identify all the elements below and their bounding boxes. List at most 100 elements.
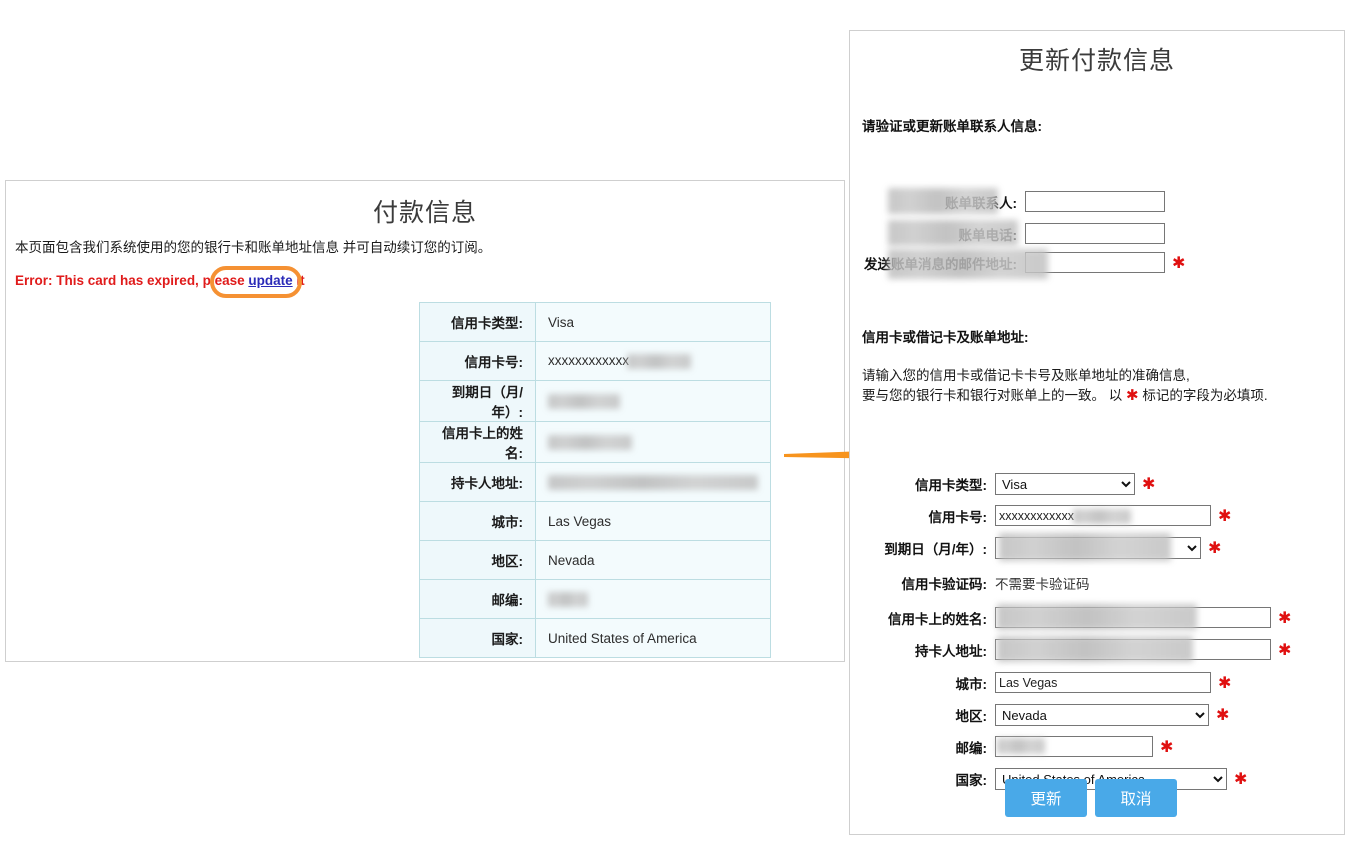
card-note-line2b: 标记的字段为必填项. [1139, 388, 1268, 403]
field-row-zip: 邮编: ✱ [862, 736, 1173, 757]
field-row-name-on-card: 信用卡上的姓名: ✱ [862, 607, 1291, 628]
table-cell-value [536, 381, 771, 422]
zip-redaction [997, 738, 1045, 754]
label-zip: 邮编: [862, 737, 987, 757]
payment-info-table-body: 信用卡类型: Visa 信用卡号:xxxxxxxxxxxx到期日（月/年）:信用卡上… [420, 303, 771, 658]
table-cell-value: Las Vegas [536, 502, 771, 541]
expiry-wrap [995, 537, 1201, 559]
label-address: 持卡人地址: [862, 640, 987, 660]
contact-field-redaction [888, 220, 1018, 246]
table-cell-label: 信用卡上的姓名: [420, 422, 536, 463]
table-row: 邮编: [420, 580, 771, 619]
table-cell-label: 城市: [420, 502, 536, 541]
table-cell-value: xxxxxxxxxxxx [536, 342, 771, 381]
table-cell-label: 国家: [420, 619, 536, 658]
redaction-block [627, 354, 691, 369]
name-on-card-redaction [997, 604, 1197, 630]
label-name-on-card: 信用卡上的姓名: [862, 608, 987, 628]
table-cell-text: Visa [548, 315, 574, 330]
required-star-region: ✱ [1216, 705, 1229, 725]
update-link[interactable]: update [248, 273, 292, 288]
table-row: 信用卡类型: Visa [420, 303, 771, 342]
table-row: 地区: Nevada [420, 541, 771, 580]
table-row: 信用卡上的姓名: [420, 422, 771, 463]
redaction-block [548, 592, 588, 607]
contact-field-row: 账单联系人: [862, 191, 1165, 212]
label-city: 城市: [862, 673, 987, 693]
table-cell-text: United States of America [548, 631, 697, 646]
table-cell-value: United States of America [536, 619, 771, 658]
table-cell-value [536, 463, 771, 502]
contact-field-input[interactable] [1025, 191, 1165, 212]
contact-field-wrap [1025, 223, 1165, 244]
card-section-note: 请输入您的信用卡或借记卡卡号及账单地址的准确信息, 要与您的银行卡和银行对账单上… [862, 366, 1268, 406]
cvv-value: 不需要卡验证码 [995, 573, 1090, 593]
screenshot-root: 付款信息 本页面包含我们系统使用的您的银行卡和账单地址信息 并可自动续订您的订阅… [0, 0, 1350, 850]
label-card-number: 信用卡号: [862, 506, 987, 526]
table-cell-label: 信用卡类型: [420, 303, 536, 342]
payment-info-table: 信用卡类型: Visa 信用卡号:xxxxxxxxxxxx到期日（月/年）:信用卡上… [419, 302, 771, 658]
zip-wrap [995, 736, 1153, 757]
field-row-card-type: 信用卡类型: VisaMasterCardAmerican ExpressDis… [862, 473, 1155, 495]
table-cell-text: Nevada [548, 553, 595, 568]
table-cell-value [536, 580, 771, 619]
card-number-wrap [995, 505, 1211, 526]
card-note-line2a: 要与您的银行卡和银行对账单上的一致。 以 [862, 388, 1126, 403]
field-row-cvv: 信用卡验证码: 不需要卡验证码 [862, 573, 1090, 593]
region-select[interactable]: NevadaCaliforniaArizonaUtah [995, 704, 1209, 726]
expiry-redaction [999, 533, 1171, 561]
label-cvv: 信用卡验证码: [862, 573, 987, 593]
left-page-title: 付款信息 [6, 193, 844, 229]
address-wrap [995, 639, 1271, 660]
contact-field-row: 账单电话: [862, 223, 1165, 244]
label-country: 国家: [862, 769, 987, 789]
table-row: 国家: United States of America [420, 619, 771, 658]
card-expired-error: Error: This card has expired, please upd… [15, 273, 305, 288]
required-star-zip: ✱ [1160, 737, 1173, 757]
field-row-city: 城市: ✱ [862, 672, 1231, 693]
field-row-expiry: 到期日（月/年）: ✱ [862, 537, 1221, 559]
contact-field-input[interactable] [1025, 223, 1165, 244]
cancel-button[interactable]: 取消 [1095, 779, 1177, 817]
contact-field-redaction [888, 249, 1048, 279]
field-row-region: 地区: NevadaCaliforniaArizonaUtah ✱ [862, 704, 1229, 726]
error-suffix: it [293, 273, 305, 288]
contact-field-redaction [888, 188, 998, 214]
label-expiry: 到期日（月/年）: [862, 538, 987, 558]
required-star-country: ✱ [1234, 769, 1247, 789]
card-number-redaction [1073, 509, 1131, 524]
update-button[interactable]: 更新 [1005, 779, 1087, 817]
field-row-card-number: 信用卡号: ✱ [862, 505, 1231, 526]
label-card-type: 信用卡类型: [862, 474, 987, 494]
dialog-title: 更新付款信息 [850, 41, 1344, 77]
redaction-block [548, 394, 620, 409]
name-on-card-wrap [995, 607, 1271, 628]
table-row: 城市: Las Vegas [420, 502, 771, 541]
required-star-expiry: ✱ [1208, 538, 1221, 558]
label-region: 地区: [862, 705, 987, 725]
table-row: 到期日（月/年）: [420, 381, 771, 422]
contact-field-wrap [1025, 252, 1165, 273]
table-cell-label: 到期日（月/年）: [420, 381, 536, 422]
table-row: 持卡人地址: [420, 463, 771, 502]
error-mid: ease [215, 273, 249, 288]
table-cell-text: Las Vegas [548, 514, 611, 529]
left-description: 本页面包含我们系统使用的您的银行卡和账单地址信息 并可自动续订您的订阅。 [15, 236, 491, 256]
required-star-name-on-card: ✱ [1278, 608, 1291, 628]
payment-info-panel: 付款信息 本页面包含我们系统使用的您的银行卡和账单地址信息 并可自动续订您的订阅… [5, 180, 845, 662]
card-type-select[interactable]: VisaMasterCardAmerican ExpressDiscover [995, 473, 1135, 495]
redaction-block [548, 475, 758, 490]
required-star-city: ✱ [1218, 673, 1231, 693]
table-row: 信用卡号:xxxxxxxxxxxx [420, 342, 771, 381]
update-payment-dialog: 更新付款信息 请验证或更新账单联系人信息: 账单联系人:账单电话:发送账单消息的… [849, 30, 1345, 835]
table-cell-label: 信用卡号: [420, 342, 536, 381]
required-star-card-type: ✱ [1142, 474, 1155, 494]
required-star: ✱ [1172, 253, 1185, 273]
contact-field-row: 发送账单消息的邮件地址:✱ [862, 252, 1185, 273]
city-input[interactable] [995, 672, 1211, 693]
table-cell-label: 地区: [420, 541, 536, 580]
table-cell-label: 邮编: [420, 580, 536, 619]
redaction-block [548, 435, 632, 450]
contact-field-wrap [1025, 191, 1165, 212]
error-prefix: Error: This card has expired, pl [15, 273, 215, 288]
